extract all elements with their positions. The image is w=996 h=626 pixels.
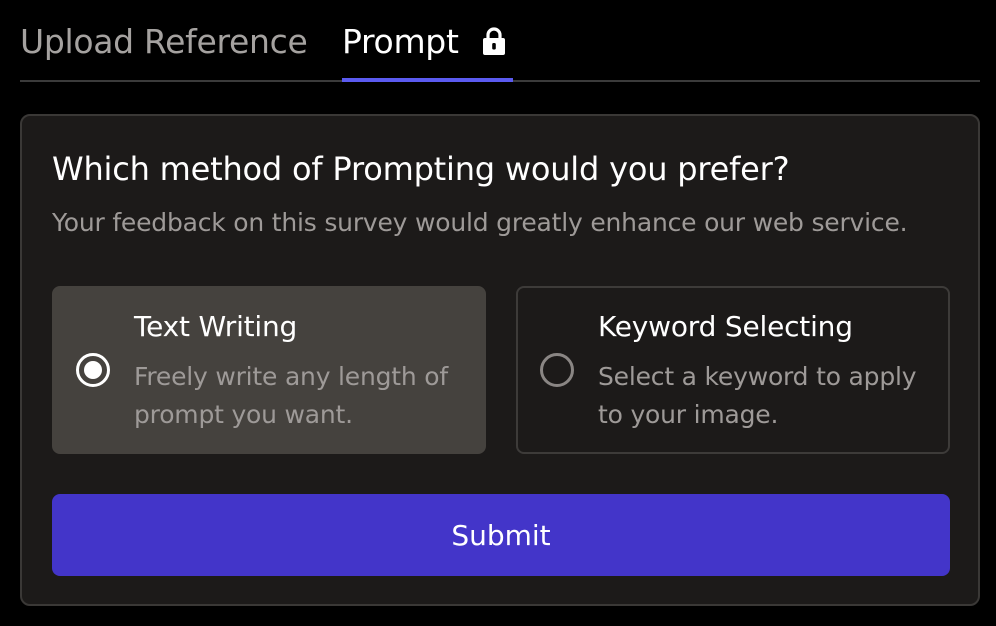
submit-button[interactable]: Submit bbox=[52, 494, 950, 576]
tab-prompt[interactable]: Prompt bbox=[342, 0, 507, 82]
survey-question: Which method of Prompting would you pref… bbox=[52, 150, 790, 188]
tab-upload-reference-label: Upload Reference bbox=[20, 21, 308, 61]
survey-card: Which method of Prompting would you pref… bbox=[20, 114, 980, 606]
survey-subtitle: Your feedback on this survey would great… bbox=[52, 208, 908, 237]
tab-bar: Upload Reference Prompt bbox=[20, 0, 980, 82]
option-text-writing[interactable]: Text Writing Freely write any length of … bbox=[52, 286, 486, 454]
option-keyword-selecting[interactable]: Keyword Selecting Select a keyword to ap… bbox=[516, 286, 950, 454]
option-description: Select a keyword to apply to your image. bbox=[598, 362, 917, 429]
lock-icon bbox=[481, 26, 507, 56]
radio-unselected-icon[interactable] bbox=[540, 353, 574, 387]
option-title: Keyword Selecting bbox=[598, 310, 853, 343]
active-tab-indicator bbox=[342, 78, 513, 82]
option-description: Freely write any length of prompt you wa… bbox=[134, 362, 448, 429]
radio-selected-icon[interactable] bbox=[76, 353, 110, 387]
tab-prompt-label: Prompt bbox=[342, 21, 459, 61]
page: Upload Reference Prompt Which method of … bbox=[0, 0, 996, 626]
tab-upload-reference[interactable]: Upload Reference bbox=[20, 0, 308, 82]
option-title: Text Writing bbox=[134, 310, 298, 343]
